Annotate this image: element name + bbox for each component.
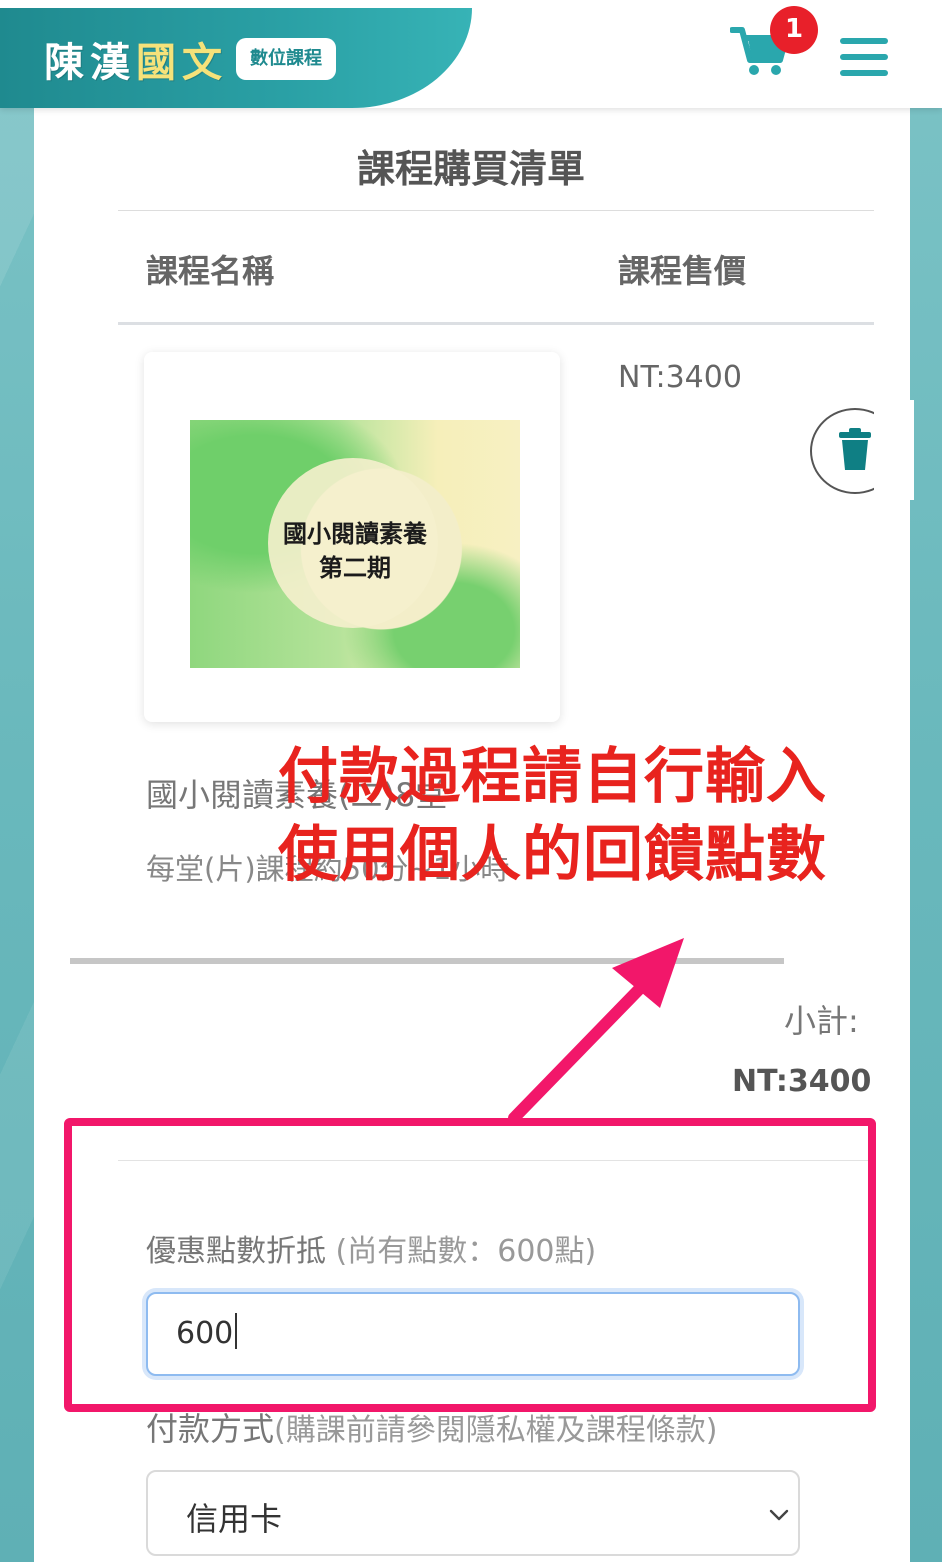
page-title: 課程購買清單 xyxy=(356,147,585,191)
table-header-divider xyxy=(118,322,874,325)
course-thumbnail[interactable]: 國小閱讀素養 第二期 xyxy=(190,420,520,668)
payment-label-text: 付款方式 xyxy=(146,1410,275,1448)
payment-terms-hint: (購課前請參閱隱私權及課程條款) xyxy=(274,1413,718,1448)
payment-method-select[interactable]: 信用卡 xyxy=(146,1470,800,1556)
logo-part1: 陳漢 xyxy=(44,39,136,86)
thumbnail-title: 國小閱讀素養 xyxy=(283,519,427,548)
card-edge-mask xyxy=(874,400,914,500)
divider xyxy=(118,210,874,211)
annotation-line-1: 付款過程請自行輸入 xyxy=(278,742,827,812)
subtotal-label: 小計: xyxy=(784,1002,859,1040)
site-header: 陳漢國文 數位課程 1 xyxy=(0,0,942,108)
hamburger-menu-icon[interactable] xyxy=(840,38,888,76)
logo-part2: 國文 xyxy=(136,39,228,86)
course-price: NT:3400 xyxy=(618,360,742,395)
site-logo[interactable]: 陳漢國文 xyxy=(44,30,228,88)
thumbnail-subtitle: 第二期 xyxy=(319,553,391,582)
cart-count-badge: 1 xyxy=(770,6,818,54)
annotation-line-2: 使用個人的回饋點數 xyxy=(278,820,827,890)
payment-selected-value: 信用卡 xyxy=(186,1500,283,1538)
column-header-price: 課程售價 xyxy=(618,252,747,290)
subtotal-value: NT:3400 xyxy=(732,1064,872,1099)
subtotal-divider xyxy=(70,958,784,964)
logo-badge: 數位課程 xyxy=(236,38,336,80)
chevron-down-icon xyxy=(769,1509,789,1521)
column-header-name: 課程名稱 xyxy=(146,252,275,290)
annotation-highlight-box xyxy=(64,1118,876,1412)
trash-icon xyxy=(839,428,871,470)
